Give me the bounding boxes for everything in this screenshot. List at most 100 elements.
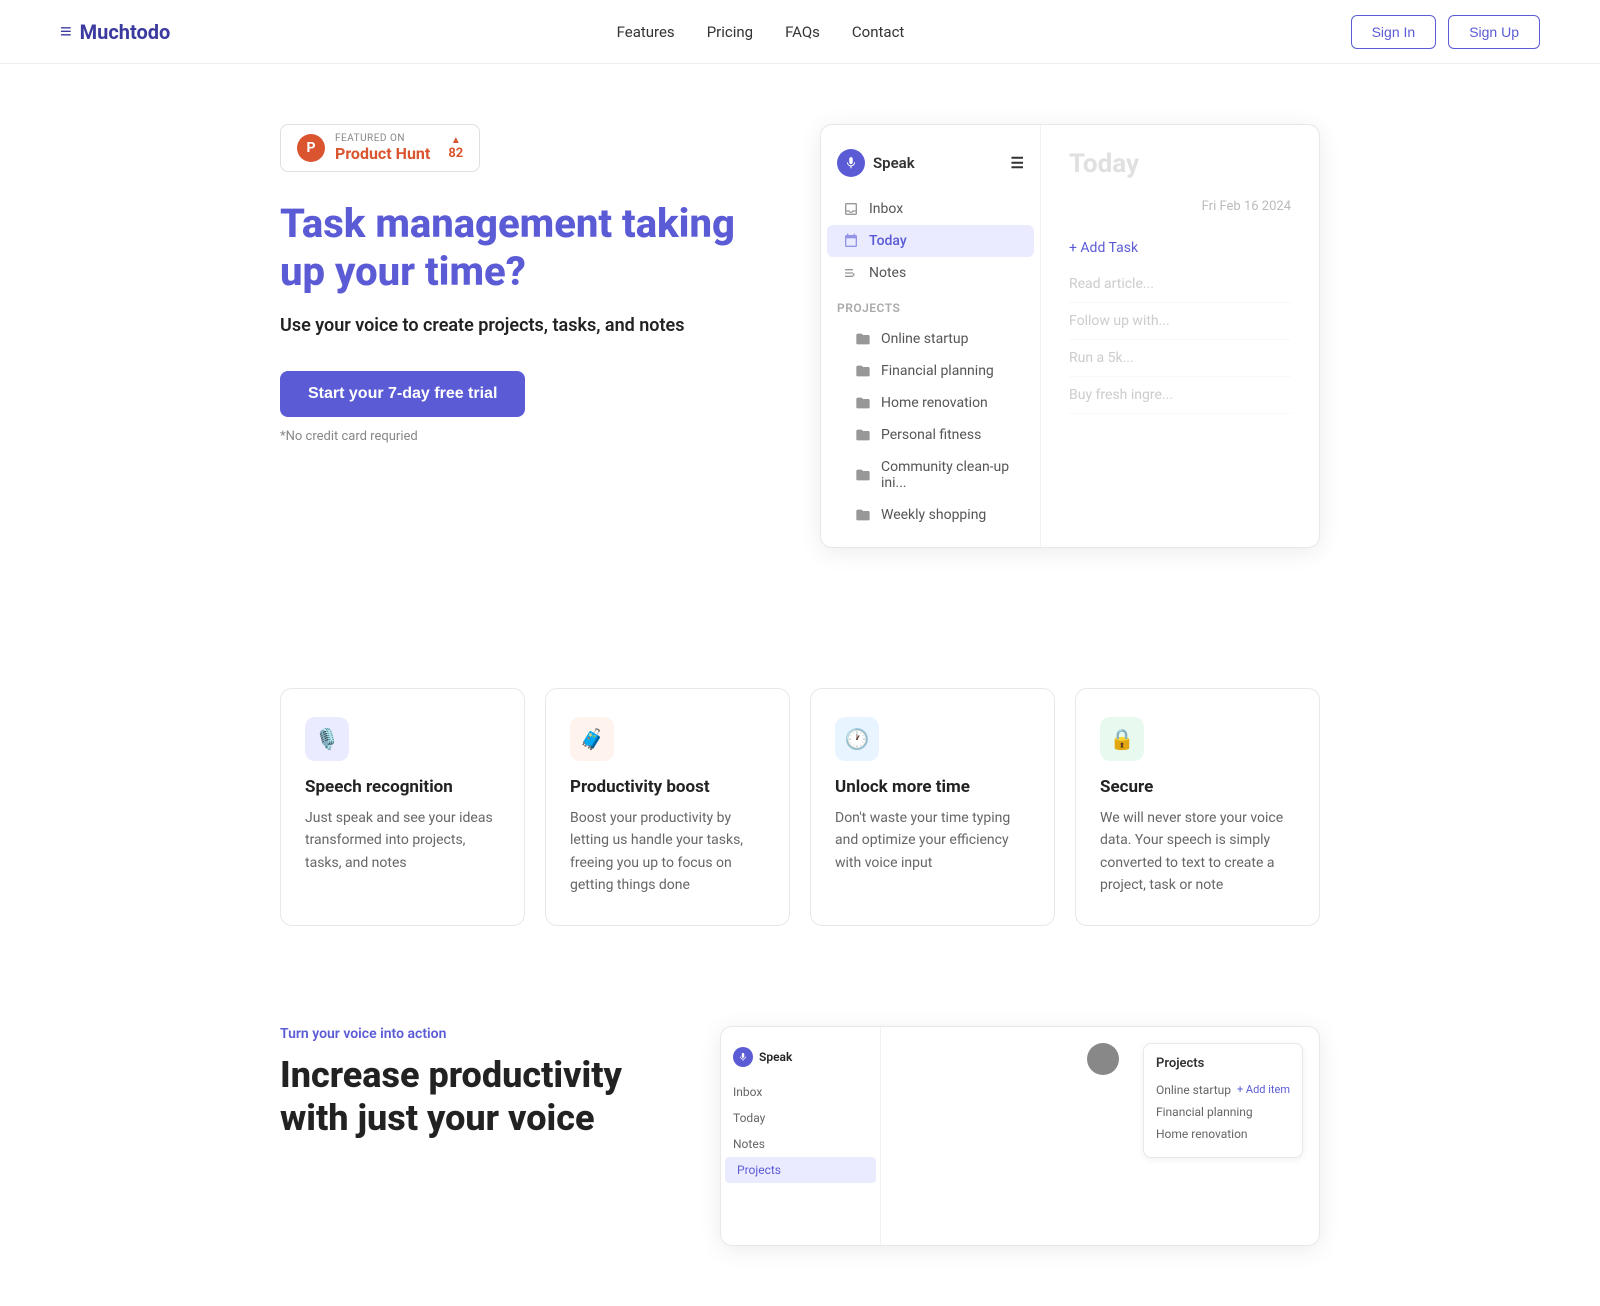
app-main: Today Fri Feb 16 2024 + Add Task Read ar… <box>1041 125 1319 547</box>
app-main-date: Fri Feb 16 2024 <box>1069 199 1291 214</box>
sidebar-project-5[interactable]: Weekly shopping <box>827 499 1034 531</box>
app-sidebar-header: Speak ☰ <box>821 141 1040 193</box>
sidebar-today-label: Today <box>869 233 907 249</box>
ph-featured-label: FEATURED ON <box>335 133 430 144</box>
feature-icon-1: 🧳 <box>570 717 614 761</box>
ph-vote-count: 82 <box>448 146 463 161</box>
hero-left: P FEATURED ON Product Hunt ▲ 82 Task man… <box>280 124 780 444</box>
feature-desc-1: Boost your productivity by letting us ha… <box>570 807 765 897</box>
app2-add-btn[interactable]: + Add item <box>1237 1083 1290 1096</box>
app2-sidebar-projects[interactable]: Projects <box>725 1157 876 1183</box>
sidebar-inbox-label: Inbox <box>869 201 903 217</box>
feature-icon-0: 🎙️ <box>305 717 349 761</box>
feature-card-2: 🕐 Unlock more time Don't waste your time… <box>810 688 1055 926</box>
feature-desc-3: We will never store your voice data. You… <box>1100 807 1295 897</box>
hero-headline: Task management taking up your time? <box>280 200 780 296</box>
task-row-3[interactable]: Buy fresh ingre... <box>1069 377 1291 414</box>
project-item-1: Financial planning <box>881 363 994 379</box>
task-row-2[interactable]: Run a 5k... <box>1069 340 1291 377</box>
nav-links: Features Pricing FAQs Contact <box>617 23 905 41</box>
bottom-tag: Turn your voice into action <box>280 1026 680 1042</box>
avatar <box>1087 1043 1119 1075</box>
app2-project-1[interactable]: Financial planning <box>1156 1101 1290 1123</box>
app-menu-icon[interactable]: ☰ <box>1011 154 1024 172</box>
app2-project-2[interactable]: Home renovation <box>1156 1123 1290 1145</box>
task-label-2: Run a 5k... <box>1069 350 1134 366</box>
feature-card-0: 🎙️ Speech recognition Just speak and see… <box>280 688 525 926</box>
features-section: 🎙️ Speech recognition Just speak and see… <box>200 628 1400 986</box>
feature-title-2: Unlock more time <box>835 777 1030 797</box>
hero-right: Speak ☰ Inbox Today Notes Projects <box>820 124 1320 548</box>
app-preview: Speak ☰ Inbox Today Notes Projects <box>820 124 1320 548</box>
add-task-button[interactable]: + Add Task <box>1069 230 1291 266</box>
sidebar-project-4[interactable]: Community clean-up ini... <box>827 451 1034 499</box>
app2-project-name-2: Home renovation <box>1156 1127 1248 1141</box>
sidebar-projects-section: Projects <box>821 297 1040 319</box>
project-item-4: Community clean-up ini... <box>881 459 1018 491</box>
feature-card-3: 🔒 Secure We will never store your voice … <box>1075 688 1320 926</box>
feature-icon-2: 🕐 <box>835 717 879 761</box>
ph-name-label: Product Hunt <box>335 144 430 163</box>
task-row-1[interactable]: Follow up with... <box>1069 303 1291 340</box>
feature-desc-2: Don't waste your time typing and optimiz… <box>835 807 1030 874</box>
ph-text: FEATURED ON Product Hunt <box>335 133 430 163</box>
sidebar-project-3[interactable]: Personal fitness <box>827 419 1034 451</box>
feature-title-1: Productivity boost <box>570 777 765 797</box>
brand-name: Muchtodo <box>80 20 171 44</box>
sidebar-project-0[interactable]: Online startup <box>827 323 1034 355</box>
app2-main: Projects Online startup + Add item Finan… <box>881 1027 1319 1245</box>
mic-icon <box>837 149 865 177</box>
sidebar-item-notes[interactable]: Notes <box>827 257 1034 289</box>
nav-contact[interactable]: Contact <box>852 23 904 41</box>
task-label-3: Buy fresh ingre... <box>1069 387 1173 403</box>
bottom-section: Turn your voice into action Increase pro… <box>200 986 1400 1306</box>
sign-up-button[interactable]: Sign Up <box>1448 15 1540 49</box>
ph-votes: ▲ 82 <box>448 135 463 161</box>
feature-title-0: Speech recognition <box>305 777 500 797</box>
nav-faqs[interactable]: FAQs <box>785 23 820 41</box>
logo[interactable]: ≡ Muchtodo <box>60 19 170 44</box>
nav-actions: Sign In Sign Up <box>1351 15 1540 49</box>
bottom-left: Turn your voice into action Increase pro… <box>280 1026 680 1140</box>
app2-sidebar: Speak Inbox Today Notes Projects <box>721 1027 881 1245</box>
feature-icon-3: 🔒 <box>1100 717 1144 761</box>
task-label-1: Follow up with... <box>1069 313 1170 329</box>
app2-sidebar-inbox[interactable]: Inbox <box>721 1079 880 1105</box>
app2-projects-panel: Projects Online startup + Add item Finan… <box>1143 1043 1303 1158</box>
app2-project-0[interactable]: Online startup + Add item <box>1156 1079 1290 1101</box>
nav-features[interactable]: Features <box>617 23 675 41</box>
sidebar-project-2[interactable]: Home renovation <box>827 387 1034 419</box>
app2-project-name-0: Online startup <box>1156 1083 1231 1097</box>
task-label-0: Read article... <box>1069 276 1154 292</box>
bottom-right: Speak Inbox Today Notes Projects Project… <box>720 1026 1320 1246</box>
app2-sidebar-header: Speak <box>721 1039 880 1079</box>
ph-arrow-icon: ▲ <box>451 135 461 146</box>
feature-title-3: Secure <box>1100 777 1295 797</box>
app2-projects-title: Projects <box>1156 1056 1290 1071</box>
feature-desc-0: Just speak and see your ideas transforme… <box>305 807 500 874</box>
project-item-5: Weekly shopping <box>881 507 986 523</box>
app2-header-label: Speak <box>759 1050 792 1064</box>
features-grid: 🎙️ Speech recognition Just speak and see… <box>280 688 1320 926</box>
app2-mic-icon <box>733 1047 753 1067</box>
sign-in-button[interactable]: Sign In <box>1351 15 1437 49</box>
sidebar-item-inbox[interactable]: Inbox <box>827 193 1034 225</box>
feature-card-1: 🧳 Productivity boost Boost your producti… <box>545 688 790 926</box>
app-preview-2: Speak Inbox Today Notes Projects Project… <box>720 1026 1320 1246</box>
app2-project-name-1: Financial planning <box>1156 1105 1253 1119</box>
hero-subtext: Use your voice to create projects, tasks… <box>280 312 780 339</box>
sidebar-project-1[interactable]: Financial planning <box>827 355 1034 387</box>
sidebar-notes-label: Notes <box>869 265 906 281</box>
app-main-title: Today <box>1069 149 1291 179</box>
task-row-0[interactable]: Read article... <box>1069 266 1291 303</box>
logo-icon: ≡ <box>60 19 72 44</box>
product-hunt-badge[interactable]: P FEATURED ON Product Hunt ▲ 82 <box>280 124 480 172</box>
sidebar-item-today[interactable]: Today <box>827 225 1034 257</box>
app2-sidebar-notes[interactable]: Notes <box>721 1131 880 1157</box>
cta-button[interactable]: Start your 7-day free trial <box>280 371 525 417</box>
project-item-0: Online startup <box>881 331 968 347</box>
app-sidebar: Speak ☰ Inbox Today Notes Projects <box>821 125 1041 547</box>
ph-logo-icon: P <box>297 134 325 162</box>
app2-sidebar-today[interactable]: Today <box>721 1105 880 1131</box>
nav-pricing[interactable]: Pricing <box>707 23 753 41</box>
